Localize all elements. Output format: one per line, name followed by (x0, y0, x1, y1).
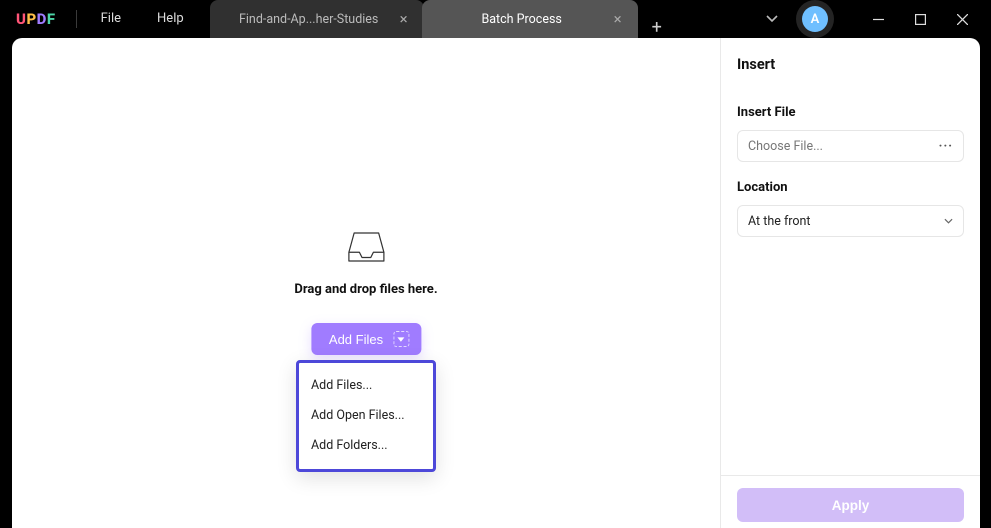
browse-icon[interactable]: ··· (939, 139, 953, 154)
sidebar-footer: Apply (721, 475, 980, 528)
avatar-initial: A (811, 12, 820, 27)
menu-add-files[interactable]: Add Files... (311, 371, 421, 401)
tab-batch-process[interactable]: Batch Process × (422, 0, 638, 38)
menu-add-open-files[interactable]: Add Open Files... (311, 401, 421, 431)
close-icon[interactable]: × (396, 10, 412, 28)
title-bar: UPDF File Help Find-and-Ap...her-Studies… (0, 0, 991, 38)
insert-file-label: Insert File (737, 105, 964, 120)
sidebar-section: Insert File Choose File... ··· Location … (721, 87, 980, 237)
add-files-label: Add Files (329, 332, 383, 347)
minimize-button[interactable] (857, 0, 899, 38)
app-body: Drag and drop files here. Add Files Add … (12, 38, 980, 528)
drop-prompt-text: Drag and drop files here. (294, 282, 437, 297)
menu-file[interactable]: File (83, 0, 139, 38)
menu-help[interactable]: Help (139, 0, 202, 38)
dropdown-button[interactable] (752, 15, 792, 23)
location-value: At the front (748, 214, 811, 229)
new-tab-button[interactable]: + (638, 17, 676, 38)
minimize-icon (873, 14, 884, 25)
main-area: Drag and drop files here. Add Files Add … (12, 38, 720, 528)
sidebar: Insert Insert File Choose File... ··· Lo… (720, 38, 980, 528)
add-files-button[interactable]: Add Files (311, 323, 421, 355)
choose-file-placeholder: Choose File... (748, 139, 823, 154)
menu-add-folders[interactable]: Add Folders... (311, 431, 421, 461)
choose-file-field[interactable]: Choose File... ··· (737, 130, 964, 162)
tab-strip: Find-and-Ap...her-Studies × Batch Proces… (210, 0, 676, 38)
chevron-down-icon (944, 218, 953, 224)
close-icon[interactable]: × (610, 10, 626, 28)
main-menu: File Help (83, 0, 202, 38)
location-select[interactable]: At the front (737, 205, 964, 237)
tab-document[interactable]: Find-and-Ap...her-Studies × (210, 0, 424, 38)
add-files-caret[interactable] (393, 331, 409, 347)
caret-down-icon (398, 337, 405, 342)
close-button[interactable] (941, 0, 983, 38)
apply-button[interactable]: Apply (737, 488, 964, 522)
maximize-icon (915, 14, 926, 25)
location-label: Location (737, 180, 964, 195)
inbox-icon (345, 226, 387, 268)
separator (76, 10, 77, 28)
add-files-menu: Add Files... Add Open Files... Add Folde… (296, 360, 436, 472)
avatar[interactable]: A (802, 6, 828, 32)
titlebar-right: A (752, 0, 991, 38)
close-icon (957, 14, 968, 25)
window-controls (857, 0, 983, 38)
chevron-down-icon (766, 15, 778, 23)
tab-label: Batch Process (442, 12, 602, 27)
tab-label: Find-and-Ap...her-Studies (230, 12, 388, 27)
maximize-button[interactable] (899, 0, 941, 38)
app-logo: UPDF (0, 0, 70, 38)
sidebar-title: Insert (721, 38, 980, 87)
drop-zone[interactable]: Drag and drop files here. Add Files (294, 226, 437, 355)
